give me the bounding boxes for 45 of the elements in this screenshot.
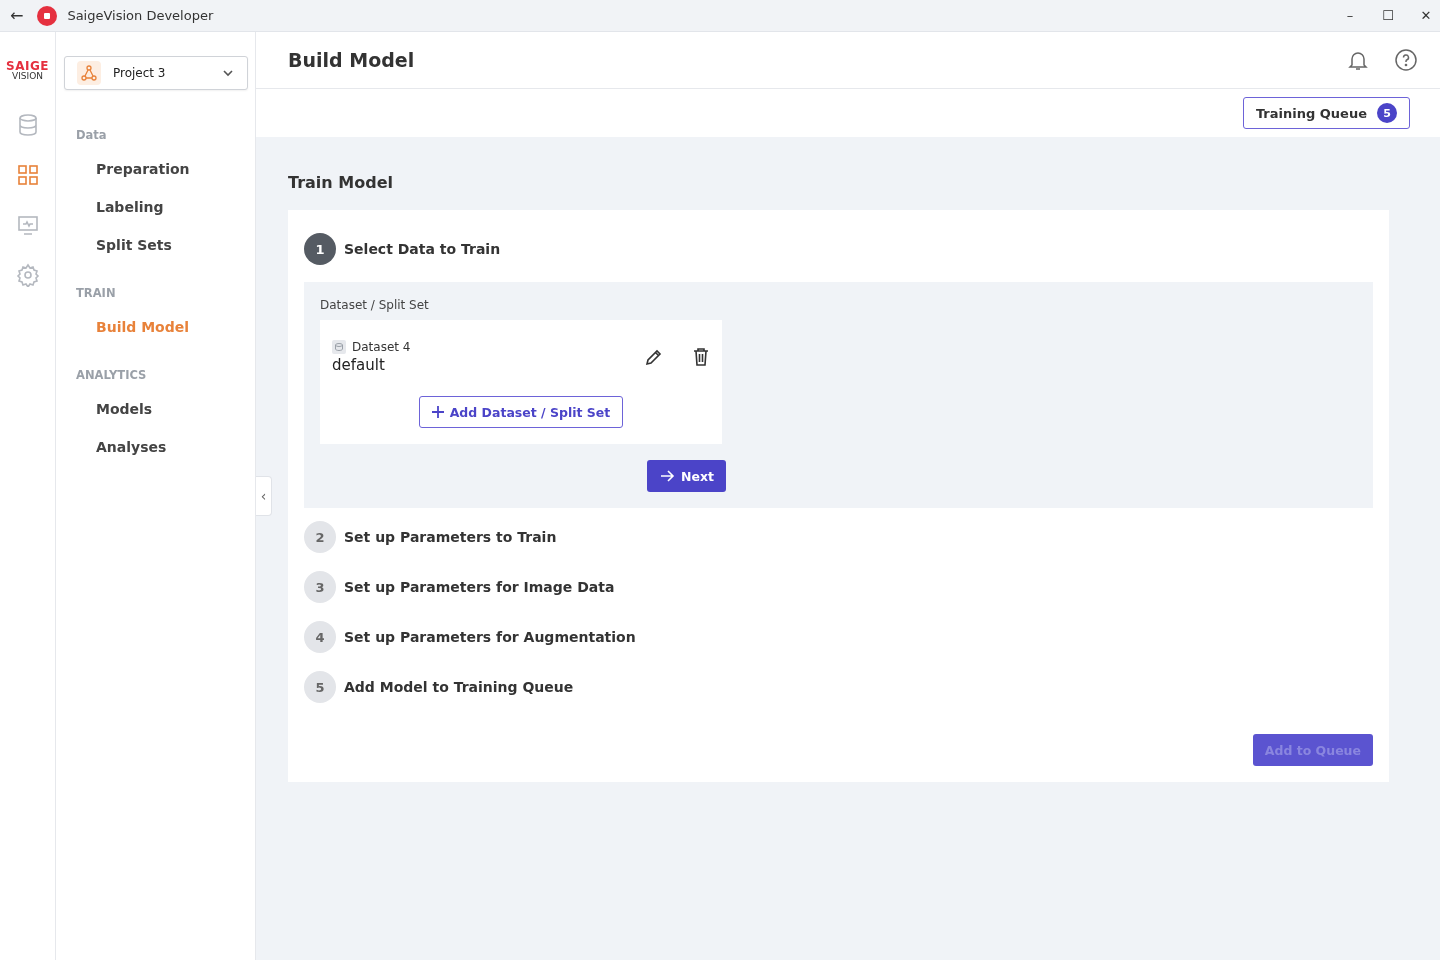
back-button[interactable]: ← <box>6 6 28 25</box>
field-label: Dataset / Split Set <box>320 298 429 312</box>
help-icon[interactable] <box>1394 48 1418 72</box>
nav-heading: ANALYTICS <box>75 367 148 384</box>
nav-item[interactable]: Labeling <box>64 188 247 226</box>
nav-heading: Data <box>75 127 108 144</box>
step-number: 5 <box>304 671 336 703</box>
step-title: Select Data to Train <box>344 241 501 257</box>
app-icon <box>37 5 58 26</box>
close-button[interactable]: ✕ <box>1412 7 1440 24</box>
dataset-name: Dataset 4 <box>352 340 411 354</box>
logo-subtext: VISION <box>12 72 43 81</box>
step-title: Set up Parameters for Augmentation <box>344 629 636 645</box>
window-title: SaigeVision Developer <box>67 8 214 23</box>
queue-count-badge: 5 <box>1377 103 1397 123</box>
minimize-button[interactable]: – <box>1336 7 1364 24</box>
nav-item[interactable]: Models <box>64 390 247 428</box>
page-title: Build Model <box>288 49 415 71</box>
maximize-button[interactable]: ☐ <box>1374 7 1402 24</box>
step-title: Add Model to Training Queue <box>344 679 574 695</box>
logo-text: SAIGE <box>6 60 49 72</box>
next-button[interactable]: Next <box>647 460 726 492</box>
delete-icon[interactable] <box>692 347 710 367</box>
collapse-button[interactable]: ‹ <box>256 476 272 516</box>
split-set-name: default <box>332 356 386 374</box>
nav-heading: TRAIN <box>75 285 117 302</box>
edit-icon[interactable] <box>644 347 664 367</box>
plus-icon <box>431 406 444 418</box>
step-number: 2 <box>304 521 336 553</box>
section-title: Train Model <box>288 173 394 192</box>
step-number: 1 <box>304 233 336 265</box>
training-queue-button[interactable]: Training Queue 5 <box>1242 97 1410 129</box>
arrow-right-icon <box>661 470 675 482</box>
grid-icon[interactable] <box>15 163 40 187</box>
project-icon <box>77 61 101 85</box>
nav-item[interactable]: Split Sets <box>64 226 247 264</box>
step-title: Set up Parameters to Train <box>344 529 557 545</box>
step-number: 3 <box>304 571 336 603</box>
add-dataset-button[interactable]: Add Dataset / Split Set <box>418 396 624 428</box>
database-icon <box>332 340 346 354</box>
step-number: 4 <box>304 621 336 653</box>
nav-item[interactable]: Preparation <box>64 150 247 188</box>
project-dropdown[interactable]: Project 3 <box>64 56 248 90</box>
step-title: Set up Parameters for Image Data <box>344 579 615 595</box>
nav-item[interactable]: Analyses <box>64 428 247 466</box>
